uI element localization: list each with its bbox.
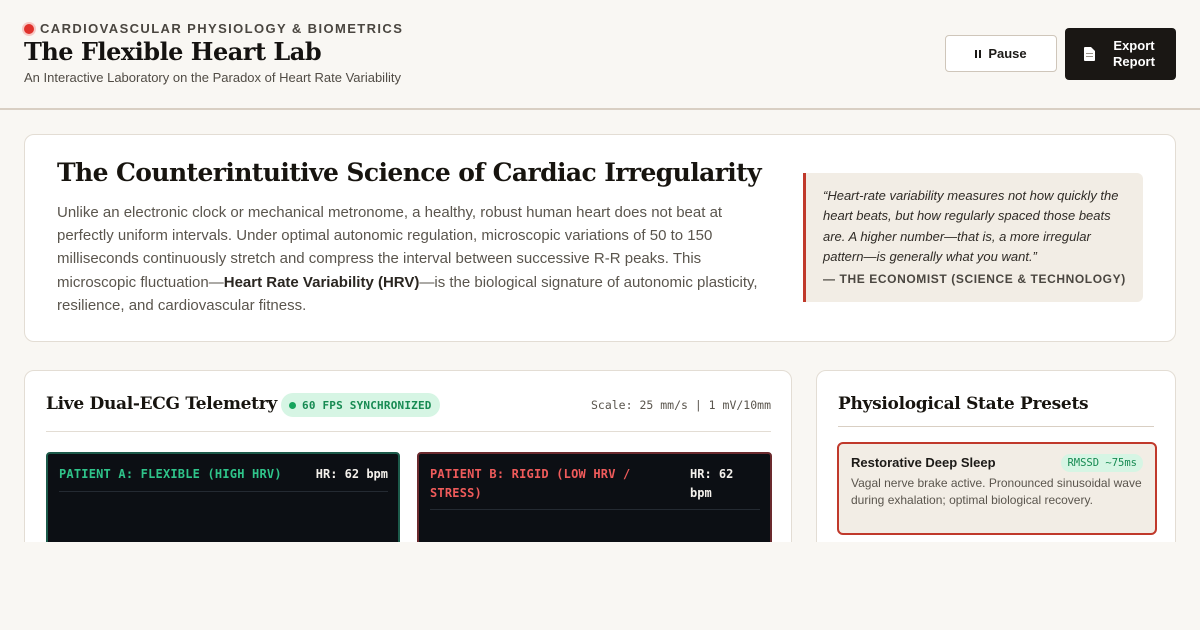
- preset-card-deep-sleep[interactable]: Restorative Deep Sleep RMSSD ~75ms Vagal…: [837, 442, 1157, 535]
- eyebrow: CARDIOVASCULAR PHYSIOLOGY & BIOMETRICS: [24, 21, 403, 36]
- status-dot-icon: [289, 401, 296, 409]
- patient-b-label: PATIENT B: RIGID (LOW HRV / STRESS): [430, 467, 631, 500]
- quote-text: “Heart-rate variability measures not how…: [823, 188, 1119, 265]
- pause-button[interactable]: Pause: [945, 35, 1057, 72]
- app-subtitle: An Interactive Laboratory on the Paradox…: [24, 70, 401, 85]
- intro-body: Unlike an electronic clock or mechanical…: [57, 201, 775, 317]
- quote-source: — THE ECONOMIST (SCIENCE & TECHNOLOGY): [823, 271, 1126, 286]
- eyebrow-text: CARDIOVASCULAR PHYSIOLOGY & BIOMETRICS: [40, 21, 404, 36]
- export-report-button[interactable]: Export Report: [1065, 28, 1176, 80]
- app-header: CARDIOVASCULAR PHYSIOLOGY & BIOMETRICS T…: [0, 0, 1200, 110]
- preset-description: Vagal nerve brake active. Pronounced sin…: [851, 476, 1142, 507]
- divider: [59, 491, 388, 492]
- live-indicator-dot: [24, 23, 34, 34]
- export-button-label: Export Report: [1113, 38, 1155, 69]
- pause-icon: [975, 49, 982, 58]
- intro-title: The Counterintuitive Science of Cardiac …: [57, 158, 762, 187]
- pull-quote: “Heart-rate variability measures not how…: [803, 173, 1143, 302]
- divider: [46, 431, 771, 432]
- telemetry-title: Live Dual-ECG Telemetry: [46, 394, 277, 414]
- app-title: The Flexible Heart Lab: [24, 37, 322, 66]
- ecg-scale-readout: Scale: 25 mm/s | 1 mV/10mm: [590, 398, 771, 412]
- preset-name: Restorative Deep Sleep: [851, 455, 996, 470]
- document-icon: [1084, 47, 1095, 61]
- patient-a-label: PATIENT A: FLEXIBLE (HIGH HRV): [59, 467, 282, 481]
- divider: [838, 426, 1154, 427]
- presets-title: Physiological State Presets: [838, 394, 1089, 414]
- patient-a-heart-rate: HR: 62 bpm: [315, 467, 388, 481]
- intro-body-emphasis: Heart Rate Variability (HRV): [223, 273, 420, 291]
- fps-status-text: 60 FPS SYNCHRONIZED: [302, 398, 432, 412]
- preset-rmssd-badge: RMSSD ~75ms: [1061, 454, 1143, 472]
- pause-button-label: Pause: [988, 46, 1027, 61]
- intro-card: The Counterintuitive Science of Cardiac …: [24, 134, 1176, 342]
- patient-b-heart-rate: HR: 62 bpm: [690, 467, 734, 500]
- divider: [430, 509, 760, 510]
- fps-status-badge: 60 FPS SYNCHRONIZED: [281, 393, 440, 417]
- viewport-fold: [0, 542, 1200, 630]
